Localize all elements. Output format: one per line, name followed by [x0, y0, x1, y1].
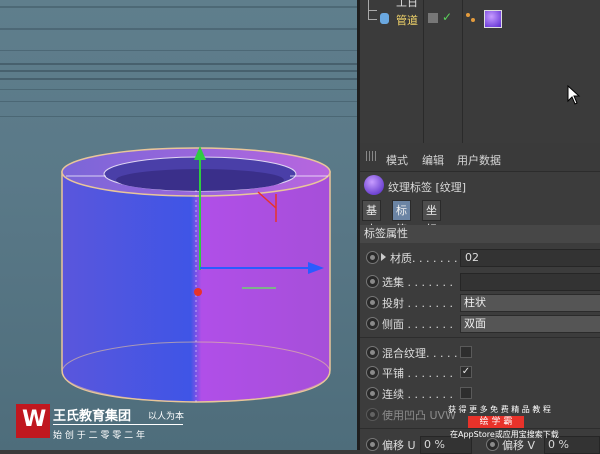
- tag-title: 纹理标签 [纹理]: [388, 181, 467, 194]
- property-label: 侧面 . . . . . . .: [382, 318, 453, 331]
- object-label: 工日: [396, 0, 418, 9]
- property-label: 平铺 . . . . . . .: [382, 367, 453, 380]
- background-stripes: [0, 6, 357, 117]
- menu-mode[interactable]: 模式: [386, 152, 408, 168]
- object-manager: 工日 管道 ✓: [360, 0, 600, 143]
- divider: [360, 337, 600, 338]
- grip-icon[interactable]: [366, 151, 376, 161]
- property-material: 材质. . . . . . . 02: [360, 247, 600, 267]
- mouse-cursor-icon: [567, 85, 581, 105]
- object-row-pipe[interactable]: 管道 ✓: [360, 8, 600, 28]
- pipe-object: [61, 147, 331, 403]
- property-label: 投射 . . . . . . .: [382, 297, 453, 310]
- promo-line-3: 在AppStore或应用宝搜索下载: [450, 430, 559, 439]
- projection-dropdown[interactable]: 柱状: [460, 294, 600, 312]
- watermark-divider: [53, 424, 183, 425]
- animate-radio[interactable]: [366, 366, 379, 379]
- animate-radio[interactable]: [366, 251, 379, 264]
- object-row-top[interactable]: 工日: [360, 0, 600, 11]
- property-selection: 选集 . . . . . . .: [360, 271, 600, 291]
- animate-radio[interactable]: [366, 317, 379, 330]
- company-logo: W: [16, 404, 50, 438]
- company-founded: 始 创 于 二 零 零 二 年: [53, 431, 146, 441]
- attribute-menu-bar: 模式 编辑 用户数据: [360, 143, 600, 172]
- company-slogan: 以人为本: [148, 412, 185, 422]
- section-tag-properties[interactable]: 标签属性: [360, 225, 600, 243]
- property-side: 侧面 . . . . . . . 双面: [360, 313, 600, 333]
- tab-basic[interactable]: 基本: [362, 200, 381, 236]
- cylinder-icon: [380, 13, 389, 24]
- tab-tag[interactable]: 标签: [392, 200, 411, 236]
- property-mix-textures: 混合纹理. . . . .: [360, 342, 600, 362]
- visibility-icon[interactable]: [428, 13, 438, 23]
- promo-line-1: 获 得 更 多 免 费 精 品 教 程: [448, 405, 551, 414]
- property-projection: 投射 . . . . . . . 柱状: [360, 292, 600, 312]
- texture-tag-icon[interactable]: [484, 10, 502, 28]
- logo-glyph: W: [22, 407, 47, 432]
- animate-radio[interactable]: [366, 438, 379, 451]
- expand-arrow-icon[interactable]: [381, 253, 386, 261]
- property-label: 选集 . . . . . . .: [382, 276, 453, 289]
- animate-radio: [366, 408, 379, 421]
- render-check-icon[interactable]: ✓: [442, 10, 452, 24]
- promo-banner: 获 得 更 多 免 费 精 品 教 程 绘 学 霸 在AppStore或应用宝搜…: [418, 400, 600, 450]
- viewport-scene: [0, 6, 357, 403]
- promo-brand: 绘 学 霸: [468, 416, 524, 428]
- animate-radio[interactable]: [366, 346, 379, 359]
- tab-coordinates[interactable]: 坐标: [422, 200, 441, 236]
- side-dropdown[interactable]: 双面: [460, 315, 600, 333]
- animate-radio[interactable]: [366, 296, 379, 309]
- property-label: 材质. . . . . . .: [390, 252, 458, 265]
- tag-dots-icon[interactable]: [466, 13, 476, 23]
- tag-header: 纹理标签 [纹理]: [360, 173, 600, 199]
- object-label: 管道: [396, 14, 418, 27]
- texture-tag-icon: [364, 175, 384, 195]
- animate-radio[interactable]: [366, 387, 379, 400]
- seamless-checkbox[interactable]: [460, 387, 472, 399]
- mix-textures-checkbox[interactable]: [460, 346, 472, 358]
- tree-connector: [368, 8, 377, 20]
- property-tile: 平铺 . . . . . . . ✓: [360, 362, 600, 382]
- 3d-viewport[interactable]: W 王氏教育集团 以人为本 始 创 于 二 零 零 二 年: [0, 0, 357, 450]
- company-name: 王氏教育集团: [53, 409, 132, 424]
- menu-user-data[interactable]: 用户数据: [457, 152, 501, 168]
- menu-edit[interactable]: 编辑: [422, 152, 444, 168]
- selection-field[interactable]: [460, 273, 600, 291]
- offset-u-label: 偏移 U: [382, 439, 416, 452]
- tile-checkbox[interactable]: ✓: [460, 366, 472, 378]
- animate-radio[interactable]: [366, 275, 379, 288]
- material-field[interactable]: 02: [460, 249, 600, 267]
- property-label: 混合纹理. . . . .: [382, 347, 458, 360]
